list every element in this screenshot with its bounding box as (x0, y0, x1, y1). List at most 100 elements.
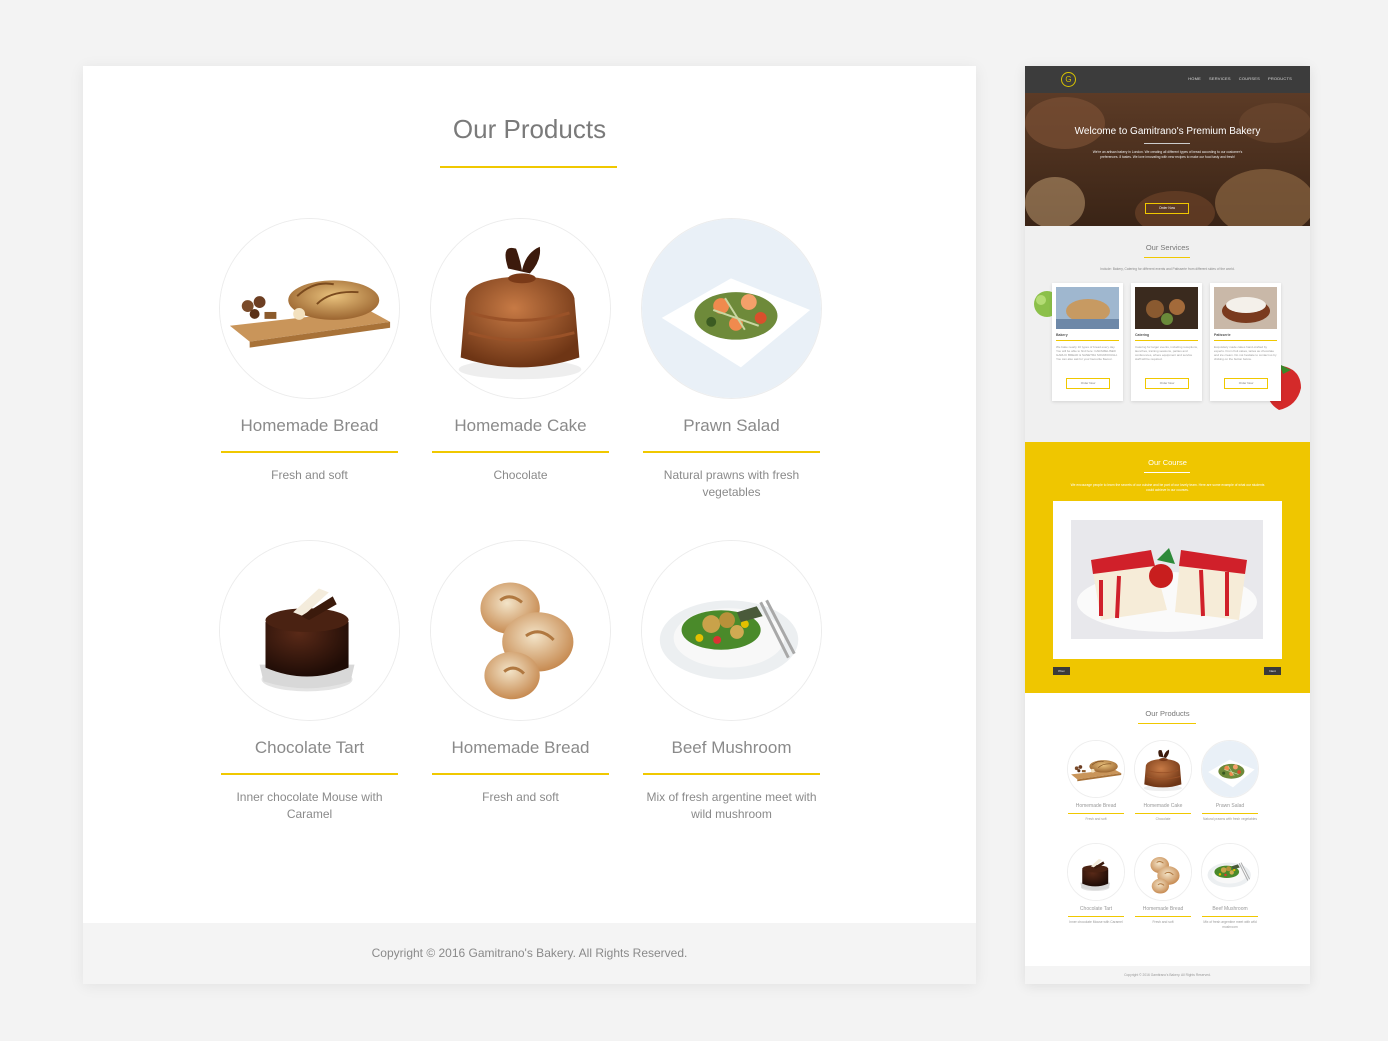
course-slider (1053, 501, 1282, 659)
services-title: Our Services (1145, 243, 1190, 252)
order-now-button[interactable]: Order Now (1145, 378, 1189, 389)
product-divider (1068, 813, 1124, 814)
product-name: Chocolate Tart (1079, 906, 1113, 912)
card-title: Catering (1135, 333, 1150, 337)
bread-loaf-icon (1067, 740, 1125, 798)
nav-products[interactable]: PRODUCTS (1268, 76, 1292, 81)
mini-products-underline (1138, 723, 1196, 724)
next-button[interactable]: Next (1264, 667, 1281, 675)
copyright-text: Copyright © 2016 Gamitrano's Bakery. All… (1124, 973, 1211, 977)
product-card[interactable]: Homemade Cake Chocolate (430, 218, 611, 484)
product-name: Homemade Cake (454, 416, 587, 435)
hero-banner: Welcome to Gamitrano's Premium Bakery We… (1025, 93, 1310, 226)
product-card[interactable]: Beef Mushroom Mix of fresh argentine mee… (641, 540, 822, 823)
services-section: Our Services Include: Bakery, Catering f… (1025, 226, 1310, 442)
prev-button[interactable]: Prev (1053, 667, 1070, 675)
product-divider (1135, 916, 1191, 917)
chocolate-tart-icon (1067, 843, 1125, 901)
product-desc: Fresh and soft (1152, 920, 1174, 924)
product-divider (1202, 813, 1258, 814)
product-desc: Natural prawns with fresh vegetables (663, 468, 800, 499)
product-name: Homemade Cake (1143, 803, 1183, 809)
products-page-mockup: Our Products Homemade Bread Fresh and so… (83, 66, 976, 984)
nav-menu: HOME SERVICES COURSES PRODUCTS (1188, 76, 1292, 81)
panna-cotta-dessert-icon (1071, 520, 1263, 639)
product-name: Homemade Bread (240, 416, 379, 435)
mini-footer: Copyright © 2016 Gamitrano's Bakery. All… (1025, 966, 1310, 984)
mini-product-card[interactable]: Beef Mushroom Mix of fresh argentine mee… (1201, 843, 1259, 929)
product-divider (1135, 813, 1191, 814)
product-desc: Fresh and soft (482, 790, 559, 804)
order-now-button[interactable]: Order Now (1224, 378, 1268, 389)
card-divider (1214, 340, 1277, 341)
course-underline (1144, 472, 1190, 473)
product-desc: Inner chocolate Mouse with Caramel (1069, 920, 1123, 924)
card-desc: Catering for larger events, including re… (1135, 345, 1198, 361)
mini-products-section: Our Products Homemade Bread Fresh and so… (1025, 693, 1310, 966)
product-divider (432, 451, 609, 453)
product-divider (643, 451, 820, 453)
title-underline (440, 166, 617, 168)
card-divider (1135, 340, 1198, 341)
nav-courses[interactable]: COURSES (1239, 76, 1260, 81)
card-title: Patisserie (1214, 333, 1231, 337)
product-divider (221, 773, 398, 775)
nav-services[interactable]: SERVICES (1209, 76, 1231, 81)
product-name: Homemade Bread (451, 738, 590, 757)
product-card[interactable]: Homemade Bread Fresh and soft (430, 540, 611, 806)
product-desc: Fresh and soft (271, 468, 348, 482)
hero-subtitle: We're an artisan bakery in London. We cr… (1092, 150, 1243, 159)
mini-product-card[interactable]: Chocolate Tart Inner chocolate Mouse wit… (1067, 843, 1125, 925)
nav-home[interactable]: HOME (1188, 76, 1201, 81)
mini-products-title: Our Products (1145, 709, 1190, 718)
mini-product-card[interactable]: Prawn Salad Natural prawns with fresh ve… (1201, 740, 1259, 822)
services-subtitle: Include: Bakery, Catering for different … (1100, 267, 1235, 271)
card-desc: We bake nearly 10 types of bread every d… (1056, 345, 1118, 361)
product-desc: Chocolate (493, 468, 548, 482)
chocolate-cake-icon (1134, 740, 1192, 798)
bakery-photo-icon (1056, 287, 1119, 329)
product-card[interactable]: Chocolate Tart Inner chocolate Mouse wit… (219, 540, 400, 823)
prawn-salad-icon (641, 218, 822, 399)
top-nav: G HOME SERVICES COURSES PRODUCTS (1025, 66, 1310, 93)
product-card[interactable]: Prawn Salad Natural prawns with fresh ve… (641, 218, 822, 501)
product-desc: Chocolate (1155, 817, 1171, 821)
chocolate-cake-icon (430, 218, 611, 399)
copyright-text: Copyright © 2016 Gamitrano's Bakery. All… (371, 946, 688, 960)
order-now-button[interactable]: Order Now (1145, 203, 1189, 214)
product-divider (643, 773, 820, 775)
mini-product-card[interactable]: Homemade Bread Fresh and soft (1134, 843, 1192, 925)
page-footer: Copyright © 2016 Gamitrano's Bakery. All… (83, 923, 976, 984)
product-divider (221, 451, 398, 453)
mini-product-card[interactable]: Homemade Bread Fresh and soft (1067, 740, 1125, 822)
course-subtitle: We encourage people to learn the secrets… (1070, 483, 1265, 492)
bread-rolls-icon (430, 540, 611, 721)
product-name: Chocolate Tart (254, 738, 365, 757)
product-name: Prawn Salad (1215, 803, 1245, 809)
service-card-patisserie: Patisserie Exquisitely made cakes hand-c… (1210, 283, 1281, 401)
patisserie-photo-icon (1214, 287, 1277, 329)
hero-title: Welcome to Gamitrano's Premium Bakery (1074, 126, 1261, 137)
order-now-button[interactable]: Order Now (1066, 378, 1110, 389)
logo-icon[interactable]: G (1061, 72, 1076, 87)
product-desc: Fresh and soft (1085, 817, 1107, 821)
bread-loaf-icon (219, 218, 400, 399)
product-desc: Inner chocolate Mouse with Caramel (236, 790, 383, 821)
chocolate-tart-icon (219, 540, 400, 721)
bread-rolls-icon (1134, 843, 1192, 901)
product-divider (1068, 916, 1124, 917)
product-name: Homemade Bread (1075, 803, 1117, 809)
product-desc: Mix of fresh argentine meet with wild mu… (1203, 920, 1257, 929)
services-underline (1144, 257, 1190, 258)
product-name: Homemade Bread (1142, 906, 1184, 912)
beef-mushroom-plate-icon (641, 540, 822, 721)
full-page-mockup: G HOME SERVICES COURSES PRODUCTS Welcome… (1025, 66, 1310, 984)
product-card[interactable]: Homemade Bread Fresh and soft (219, 218, 400, 484)
card-divider (1056, 340, 1119, 341)
product-desc: Natural prawns with fresh vegetables (1202, 817, 1258, 821)
service-card-catering: Catering Catering for larger events, inc… (1131, 283, 1202, 401)
product-name: Beef Mushroom (1212, 906, 1248, 912)
product-divider (432, 773, 609, 775)
mini-product-card[interactable]: Homemade Cake Chocolate (1134, 740, 1192, 822)
hero-divider (1144, 143, 1190, 144)
